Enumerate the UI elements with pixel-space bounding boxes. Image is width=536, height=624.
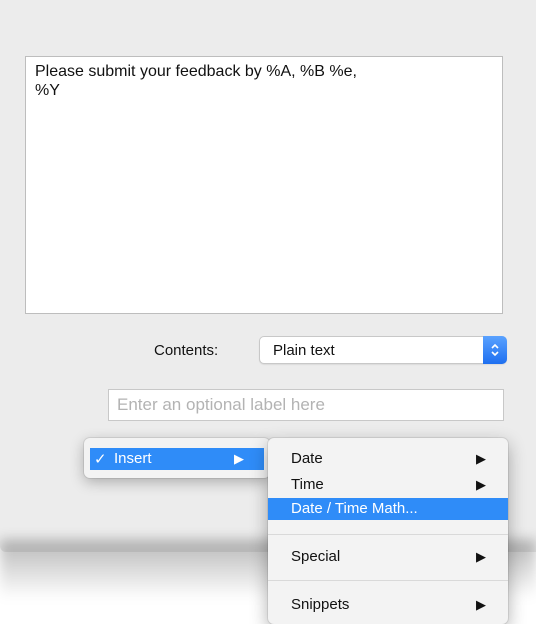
menu-separator [268, 580, 508, 581]
menu-item-special[interactable]: Special ▶ [268, 546, 508, 568]
menu-item-time-label: Time [291, 476, 324, 493]
stepper-arrows-icon [491, 343, 499, 357]
menu-item-date-time-math[interactable]: Date / Time Math... [268, 498, 508, 520]
menu-item-date[interactable]: Date ▶ [268, 448, 508, 470]
label-input[interactable] [108, 389, 504, 421]
submenu-arrow-icon: ▶ [234, 451, 244, 466]
menu-separator [268, 534, 508, 535]
menu-item-time[interactable]: Time ▶ [268, 474, 508, 496]
submenu-arrow-icon: ▶ [476, 549, 486, 564]
checkmark-icon: ✓ [94, 451, 107, 468]
snippet-text-area[interactable]: Please submit your feedback by %A, %B %e… [25, 56, 503, 314]
submenu-arrow-icon: ▶ [476, 477, 486, 492]
menu-item-special-label: Special [291, 548, 341, 565]
contents-select-value: Plain text [273, 342, 335, 359]
menu-item-date-time-math-label: Date / Time Math... [291, 500, 418, 517]
menu-item-date-label: Date [291, 450, 323, 467]
menu-item-snippets[interactable]: Snippets ▶ [268, 594, 508, 616]
up-down-chevron-icon [483, 336, 507, 364]
insert-submenu: Date ▶ Time ▶ Date / Time Math... Specia… [268, 438, 508, 624]
menu-item-snippets-label: Snippets [291, 596, 350, 613]
menu-item-insert[interactable]: ✓ Insert ▶ [90, 448, 264, 470]
contents-label: Contents: [154, 342, 219, 359]
menu-item-insert-label: Insert [114, 450, 152, 467]
submenu-arrow-icon: ▶ [476, 451, 486, 466]
submenu-arrow-icon: ▶ [476, 597, 486, 612]
contents-select[interactable]: Plain text [259, 336, 507, 364]
insert-menu: ✓ Insert ▶ [84, 438, 270, 478]
